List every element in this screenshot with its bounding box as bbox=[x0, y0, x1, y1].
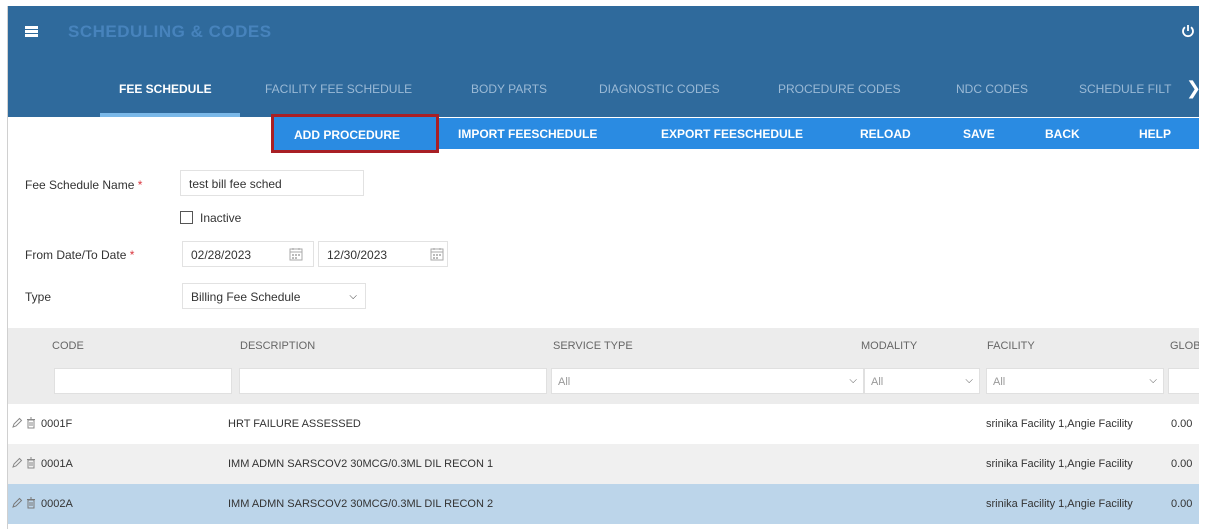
app-title: SCHEDULING & CODES bbox=[68, 22, 272, 41]
fee-schedule-name-input[interactable]: test bill fee sched bbox=[180, 170, 364, 196]
cell-description: IMM ADMN SARSCOV2 30MCG/0.3ML DIL RECON … bbox=[228, 498, 494, 510]
back-button[interactable]: BACK bbox=[1045, 127, 1080, 141]
table-row[interactable]: 0001F HRT FAILURE ASSESSED srinika Facil… bbox=[8, 404, 1199, 444]
to-date-input[interactable]: 12/30/2023 bbox=[318, 241, 448, 267]
cell-code: 0001F bbox=[41, 418, 73, 430]
calendar-icon[interactable] bbox=[289, 247, 303, 261]
column-header-modality[interactable]: MODALITY bbox=[861, 340, 917, 352]
tab-bar: FEE SCHEDULE FACILITY FEE SCHEDULE BODY … bbox=[8, 66, 1199, 117]
tab-body-parts[interactable]: BODY PARTS bbox=[471, 82, 547, 96]
cell-global: 0.00 bbox=[1171, 498, 1193, 510]
chevron-right-icon[interactable]: ❯ bbox=[1186, 78, 1199, 99]
trash-icon[interactable] bbox=[25, 497, 37, 509]
column-header-description[interactable]: DESCRIPTION bbox=[240, 340, 315, 352]
active-tab-indicator bbox=[100, 113, 240, 117]
reload-button[interactable]: RELOAD bbox=[860, 127, 911, 141]
inactive-label: Inactive bbox=[200, 211, 242, 225]
fee-schedule-name-label: Fee Schedule Name * bbox=[25, 178, 143, 192]
header-bar: SCHEDULING & CODES FEE SCHEDULE FACILITY… bbox=[8, 6, 1199, 117]
type-label: Type bbox=[25, 290, 52, 304]
chevron-down-icon: ⌵ bbox=[349, 291, 357, 302]
hamburger-menu-icon[interactable] bbox=[25, 26, 38, 37]
calendar-icon[interactable] bbox=[430, 247, 444, 261]
tab-ndc-codes[interactable]: NDC CODES bbox=[956, 82, 1028, 96]
cell-facility: srinika Facility 1,Angie Facility bbox=[986, 498, 1133, 510]
cell-description: IMM ADMN SARSCOV2 30MCG/0.3ML DIL RECON … bbox=[228, 458, 494, 470]
date-range-label: From Date/To Date * bbox=[25, 248, 135, 262]
chevron-down-icon: ⌵ bbox=[1149, 375, 1157, 386]
cell-facility: srinika Facility 1,Angie Facility bbox=[986, 418, 1133, 430]
cell-code: 0002A bbox=[41, 498, 73, 510]
add-procedure-label: ADD PROCEDURE bbox=[294, 128, 401, 142]
cell-code: 0001A bbox=[41, 458, 73, 470]
save-button[interactable]: SAVE bbox=[963, 127, 995, 141]
app-window: SCHEDULING & CODES FEE SCHEDULE FACILITY… bbox=[7, 6, 1199, 529]
table-row[interactable]: 0001A IMM ADMN SARSCOV2 30MCG/0.3ML DIL … bbox=[8, 444, 1199, 484]
import-feeschedule-button[interactable]: IMPORT FEESCHEDULE bbox=[458, 127, 597, 141]
modality-filter-select[interactable]: All ⌵ bbox=[864, 368, 980, 394]
facility-filter-select[interactable]: All ⌵ bbox=[986, 368, 1164, 394]
chevron-down-icon: ⌵ bbox=[965, 375, 973, 386]
grid-header: CODE DESCRIPTION SERVICE TYPE MODALITY F… bbox=[8, 328, 1199, 404]
trash-icon[interactable] bbox=[25, 417, 37, 429]
power-icon[interactable] bbox=[1181, 24, 1195, 38]
code-filter-input[interactable] bbox=[54, 368, 232, 394]
service-type-filter-select[interactable]: All ⌵ bbox=[551, 368, 864, 394]
tab-schedule-filter[interactable]: SCHEDULE FILT bbox=[1079, 82, 1177, 96]
column-header-code[interactable]: CODE bbox=[52, 340, 84, 352]
edit-pencil-icon[interactable] bbox=[11, 457, 23, 469]
edit-pencil-icon[interactable] bbox=[11, 417, 23, 429]
cell-facility: srinika Facility 1,Angie Facility bbox=[986, 458, 1133, 470]
type-select[interactable]: Billing Fee Schedule ⌵ bbox=[182, 283, 366, 309]
column-header-service-type[interactable]: SERVICE TYPE bbox=[553, 340, 633, 352]
global-filter-input[interactable] bbox=[1168, 368, 1199, 394]
tab-procedure-codes[interactable]: PROCEDURE CODES bbox=[778, 82, 901, 96]
add-procedure-button[interactable]: ADD PROCEDURE bbox=[271, 114, 439, 153]
table-row-selected[interactable]: 0002A IMM ADMN SARSCOV2 30MCG/0.3ML DIL … bbox=[8, 484, 1199, 524]
tab-facility-fee-schedule[interactable]: FACILITY FEE SCHEDULE bbox=[265, 82, 412, 96]
edit-pencil-icon[interactable] bbox=[11, 497, 23, 509]
cell-description: HRT FAILURE ASSESSED bbox=[228, 418, 361, 430]
description-filter-input[interactable] bbox=[239, 368, 547, 394]
help-button[interactable]: HELP bbox=[1139, 127, 1171, 141]
tab-diagnostic-codes[interactable]: DIAGNOSTIC CODES bbox=[599, 82, 720, 96]
column-header-global[interactable]: GLOBA bbox=[1170, 340, 1199, 352]
tab-fee-schedule[interactable]: FEE SCHEDULE bbox=[119, 82, 212, 96]
export-feeschedule-button[interactable]: EXPORT FEESCHEDULE bbox=[661, 127, 803, 141]
cell-global: 0.00 bbox=[1171, 418, 1193, 430]
trash-icon[interactable] bbox=[25, 457, 37, 469]
cell-global: 0.00 bbox=[1171, 458, 1193, 470]
inactive-checkbox[interactable] bbox=[180, 211, 193, 224]
column-header-facility[interactable]: FACILITY bbox=[987, 340, 1035, 352]
chevron-down-icon: ⌵ bbox=[849, 375, 857, 386]
